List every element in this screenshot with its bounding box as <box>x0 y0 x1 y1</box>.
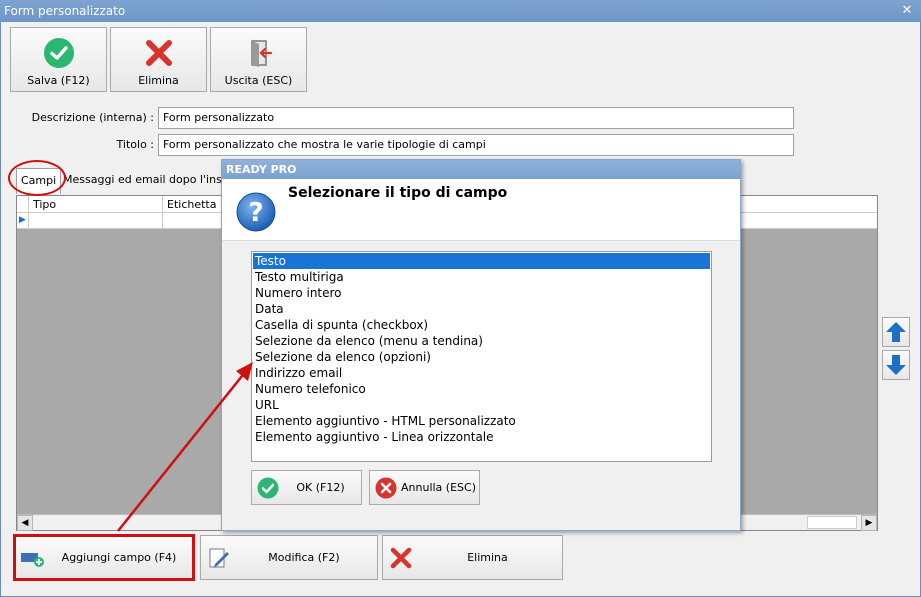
window-title: Form personalizzato <box>4 4 126 18</box>
scroll-right-icon[interactable]: ▶ <box>861 515 877 531</box>
edit-field-label: Modifica (F2) <box>268 551 340 564</box>
scroll-left-icon[interactable]: ◀ <box>17 515 33 531</box>
list-item[interactable]: Elemento aggiuntivo - HTML personalizzat… <box>253 413 710 429</box>
list-item[interactable]: Data <box>253 301 710 317</box>
cell-tipo[interactable] <box>29 213 163 228</box>
field-type-dialog: READY PRO ? Selezionare il tipo di campo… <box>221 159 741 531</box>
dialog-heading: Selezionare il tipo di campo <box>288 185 508 201</box>
list-item[interactable]: Numero intero <box>253 285 710 301</box>
delete-field-button[interactable]: Elimina <box>382 535 563 580</box>
delete-field-label: Elimina <box>467 551 508 564</box>
cancel-button-label: Annulla (ESC) <box>401 481 476 494</box>
save-button-label: Salva (F12) <box>27 74 90 87</box>
ok-button[interactable]: OK (F12) <box>251 470 362 505</box>
description-field[interactable]: Form personalizzato <box>158 107 794 129</box>
svg-text:?: ? <box>248 198 263 228</box>
ok-button-label: OK (F12) <box>296 481 345 494</box>
question-icon: ? <box>236 192 276 232</box>
exit-button-label: Uscita (ESC) <box>224 74 293 87</box>
checkmark-icon <box>257 477 279 499</box>
list-item[interactable]: Testo multiriga <box>253 269 710 285</box>
checkmark-icon <box>43 38 74 68</box>
list-item[interactable]: Casella di spunta (checkbox) <box>253 317 710 333</box>
delete-button[interactable]: Elimina <box>110 27 207 92</box>
x-icon <box>145 40 172 66</box>
move-up-button[interactable] <box>882 317 910 347</box>
field-type-list[interactable]: Testo Testo multiriga Numero intero Data Cas… <box>251 251 712 462</box>
exit-button[interactable]: Uscita (ESC) <box>210 27 307 92</box>
list-item[interactable]: Selezione da elenco (opzioni) <box>253 349 710 365</box>
column-header-tipo[interactable]: Tipo <box>29 196 163 213</box>
move-down-button[interactable] <box>882 350 910 380</box>
x-icon <box>390 547 412 569</box>
dialog-header: ? Selezionare il tipo di campo <box>222 179 740 241</box>
arrow-up-icon <box>886 322 906 342</box>
cancel-button[interactable]: Annulla (ESC) <box>369 470 480 505</box>
save-button[interactable]: Salva (F12) <box>10 27 107 92</box>
list-item[interactable]: URL <box>253 397 710 413</box>
list-item[interactable]: Testo <box>253 253 710 269</box>
edit-field-button[interactable]: Modifica (F2) <box>200 535 378 580</box>
window-titlebar: Form personalizzato <box>0 0 921 22</box>
title-field[interactable]: Form personalizzato che mostra le varie … <box>158 134 794 156</box>
arrow-down-icon <box>886 355 906 375</box>
dialog-title: READY PRO <box>222 160 740 179</box>
delete-button-label: Elimina <box>138 74 179 87</box>
close-icon[interactable]: ✕ <box>899 3 915 19</box>
highlight-rectangle <box>13 534 195 581</box>
exit-door-icon <box>250 40 272 67</box>
edit-icon <box>209 548 229 568</box>
highlight-ellipse <box>8 160 66 196</box>
scroll-thumb[interactable] <box>807 516 857 529</box>
row-indicator-icon: ▶ <box>17 213 29 228</box>
title-label: Titolo : <box>116 138 154 151</box>
list-item[interactable]: Selezione da elenco (menu a tendina) <box>253 333 710 349</box>
list-item[interactable]: Numero telefonico <box>253 381 710 397</box>
cancel-icon <box>375 477 397 499</box>
list-item[interactable]: Indirizzo email <box>253 365 710 381</box>
list-item[interactable]: Elemento aggiuntivo - Linea orizzontale <box>253 429 710 445</box>
description-label: Descrizione (interna) : <box>31 111 154 124</box>
grid-corner <box>17 196 29 213</box>
